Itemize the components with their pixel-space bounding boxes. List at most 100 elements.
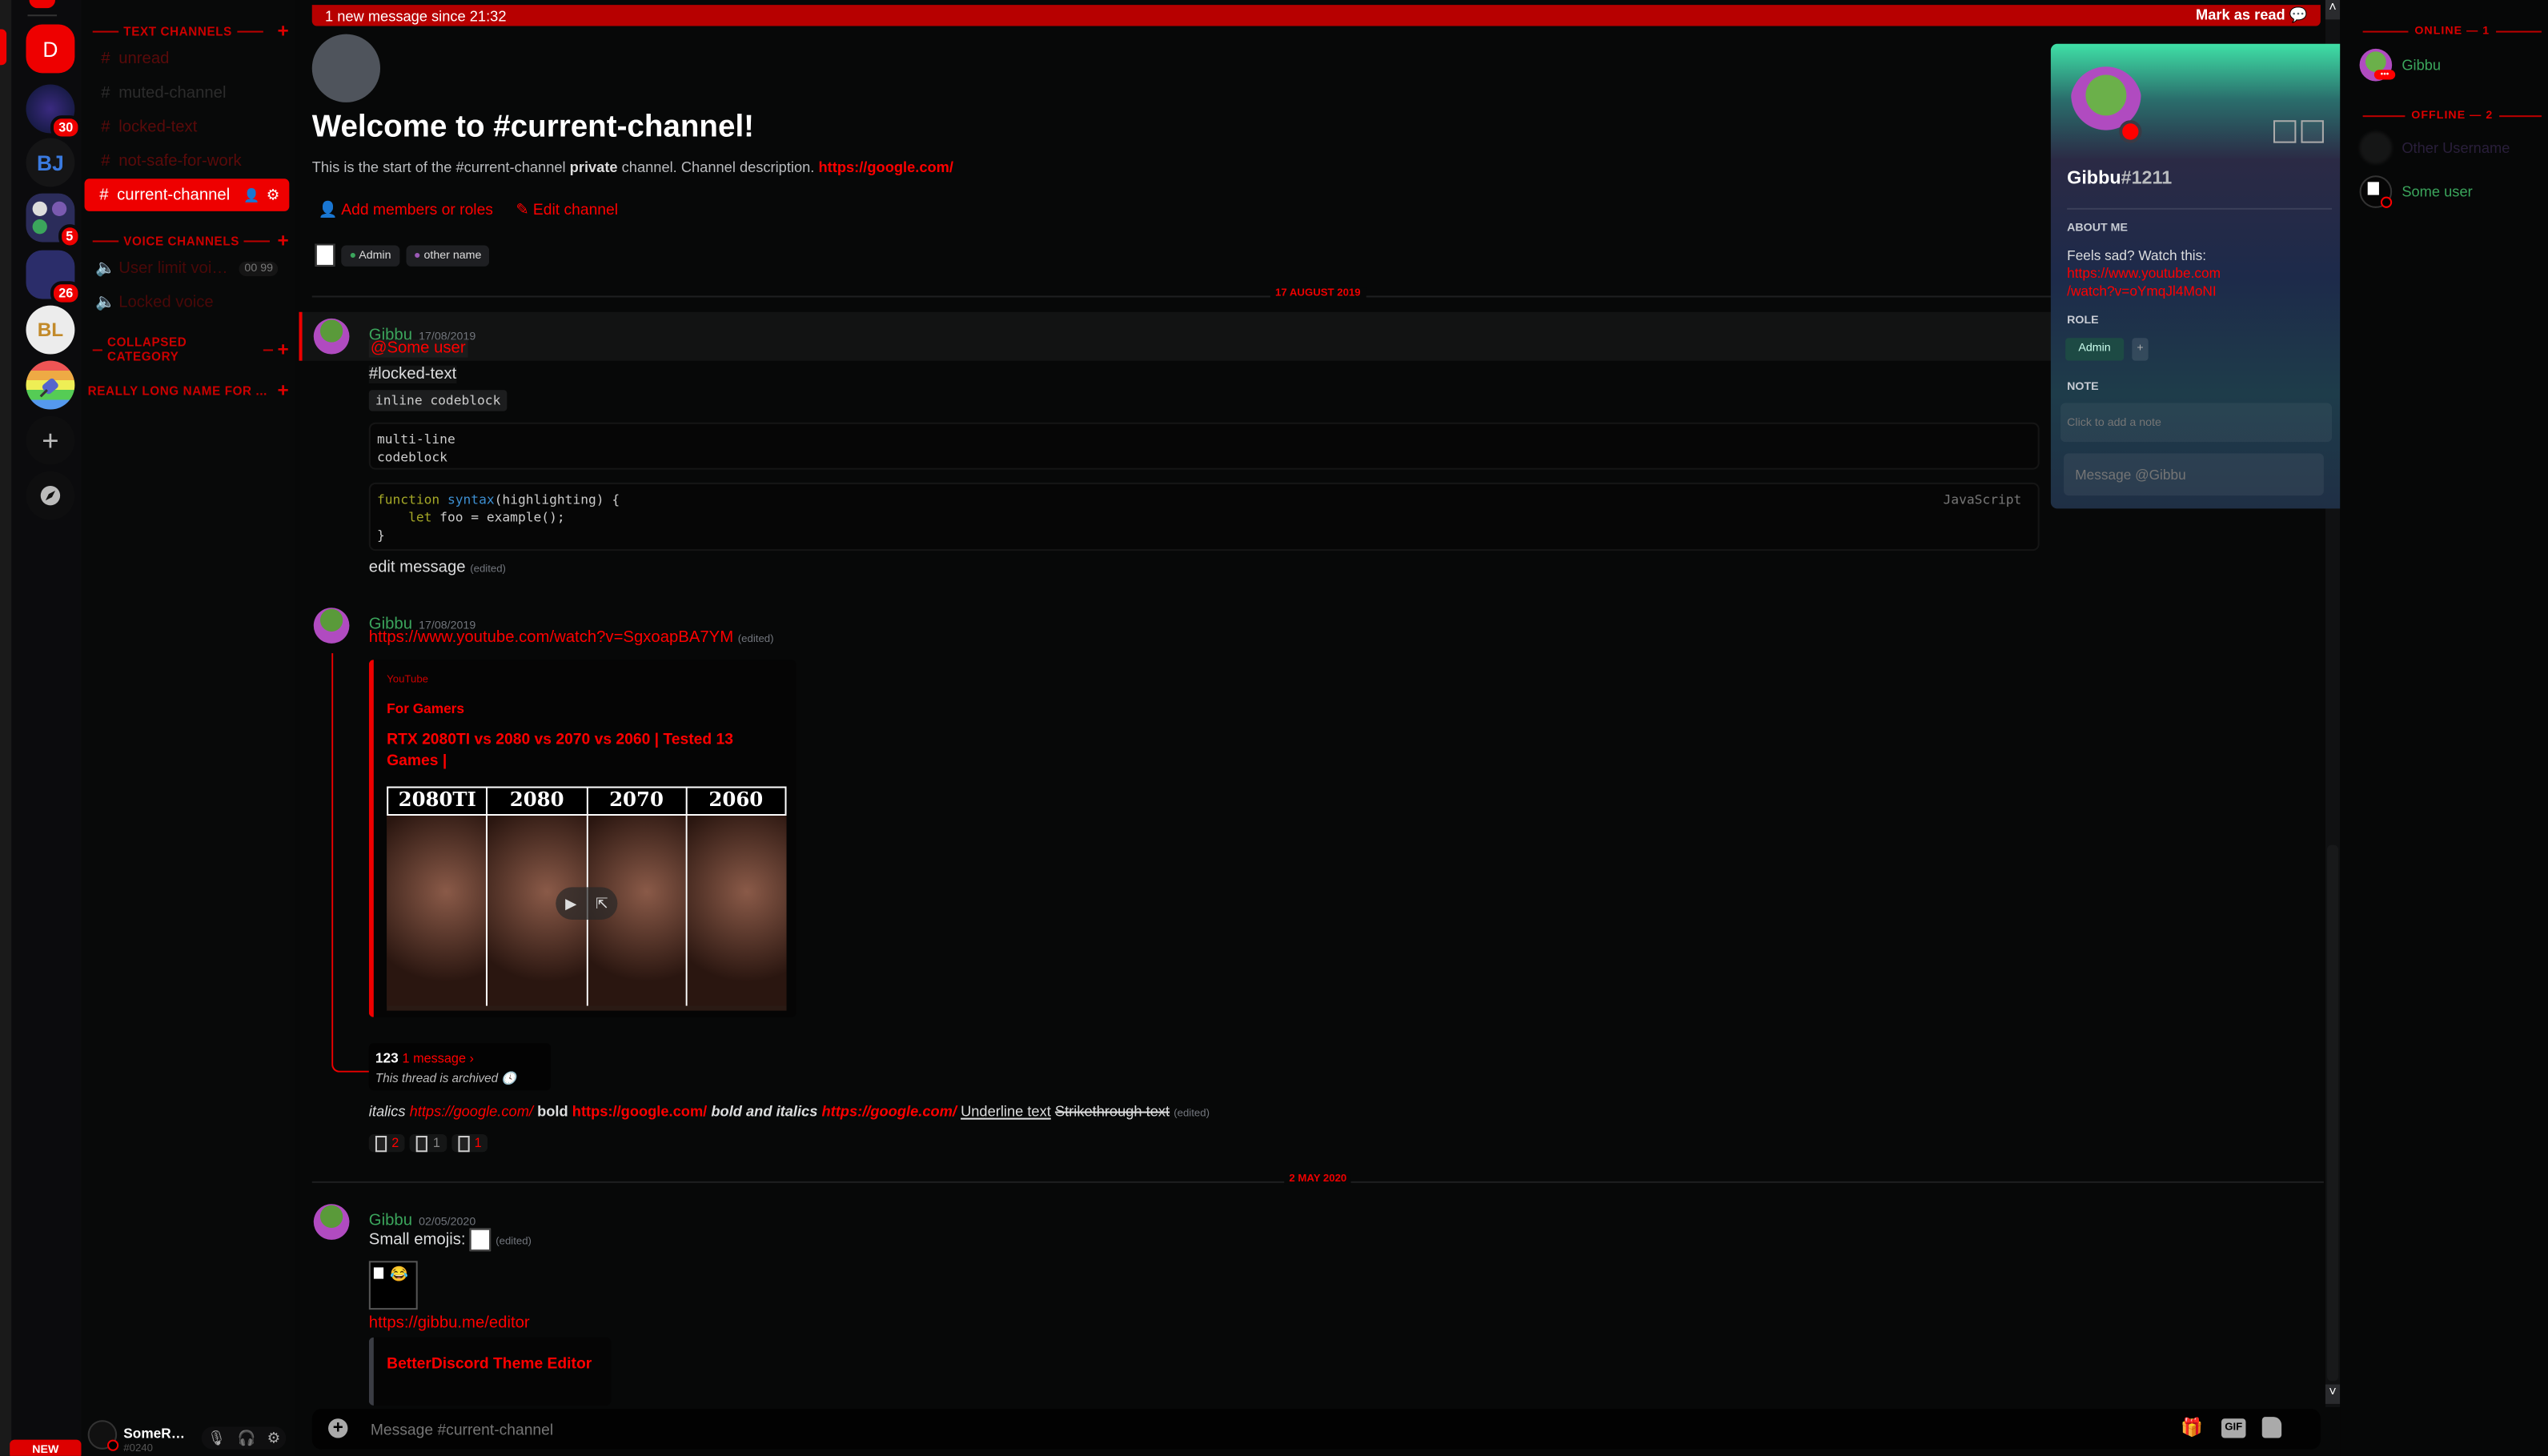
clock-icon: 🕓 xyxy=(501,1071,516,1085)
emoji-icon xyxy=(375,1135,387,1151)
status-dot xyxy=(2119,120,2141,142)
role-chip[interactable]: ● other name xyxy=(406,245,490,266)
server-bl[interactable]: BL xyxy=(26,306,74,355)
about-me-label: ABOUT ME xyxy=(2067,223,2128,234)
reaction-button[interactable]: 1 xyxy=(410,1134,447,1152)
status-dot xyxy=(2381,197,2392,208)
new-badge: NEW xyxy=(10,1440,81,1456)
server-bj[interactable]: BJ xyxy=(26,138,74,187)
embed-author[interactable]: For Gamers xyxy=(387,700,464,716)
add-channel-icon[interactable]: + xyxy=(277,379,289,401)
sticker-icon[interactable] xyxy=(2262,1417,2281,1438)
headphones-icon[interactable]: 🎧 xyxy=(237,1429,255,1446)
add-channel-icon[interactable]: + xyxy=(277,229,289,251)
user-panel: SomeR… #0240 🎙 🎧 ⚙ xyxy=(82,1407,296,1456)
new-messages-bar[interactable]: 1 new message since 21:32 Mark as read 💬 xyxy=(312,5,2321,26)
member-list: ONLINE — 1 ••• Gibbu OFFLINE — 2 Other U… xyxy=(2340,0,2548,1456)
open-external-icon[interactable]: ⇱ xyxy=(596,895,608,913)
popout-message-input[interactable] xyxy=(2064,453,2324,495)
avatar[interactable] xyxy=(314,608,350,644)
folder-icon-overwatch xyxy=(33,202,47,216)
channel-nsfw[interactable]: #not-safe-for-work xyxy=(86,145,288,178)
video-thumbnail[interactable]: 2080TI 2080 2070 2060 ▶⇱ xyxy=(387,787,786,1011)
server-rail: D 30 BJ 5 26 BL + NEW xyxy=(0,0,82,1456)
popout-avatar[interactable] xyxy=(2070,66,2141,138)
member-item[interactable]: Other Username xyxy=(2360,131,2510,164)
upload-plus-icon[interactable]: + xyxy=(328,1418,347,1438)
thread-spine xyxy=(331,653,372,1073)
message-input[interactable] xyxy=(367,1415,2129,1445)
folder-icon-purple xyxy=(52,202,66,216)
gear-icon[interactable]: ⚙ xyxy=(267,186,279,203)
thread-message-count[interactable]: 1 message › xyxy=(403,1051,474,1065)
scroll-up-arrow-icon[interactable]: ˄ xyxy=(2325,0,2340,19)
about-me-text: Feels sad? Watch this: https://www.youtu… xyxy=(2067,247,2221,301)
reaction-button[interactable]: 1 xyxy=(451,1134,488,1152)
note-input[interactable] xyxy=(2060,403,2332,442)
category-voice-channels[interactable]: VOICE CHANNELS+ xyxy=(88,231,290,250)
channel-mention[interactable]: #locked-text xyxy=(369,366,456,383)
youtube-link[interactable]: https://www.youtube.com/watch?v=SgxoapBA… xyxy=(369,629,733,647)
user-mention[interactable]: @Some user xyxy=(369,339,467,357)
add-members-button[interactable]: 👤 Add members or roles xyxy=(319,202,493,219)
server-d[interactable]: D xyxy=(26,24,74,73)
embed-provider: YouTube xyxy=(387,674,428,685)
gif-button[interactable]: GIF xyxy=(2221,1418,2245,1438)
thread-preview[interactable]: 123 1 message › This thread is archived … xyxy=(369,1043,551,1090)
popout-username: Gibbu#1211 xyxy=(2067,169,2172,188)
server-folder[interactable]: 5 xyxy=(26,194,74,243)
add-channel-icon[interactable]: + xyxy=(277,19,289,42)
welcome-actions: 👤 Add members or roles ✎ Edit channel xyxy=(319,202,618,219)
mark-read-icon: 💬 xyxy=(2289,6,2308,22)
frame xyxy=(688,816,786,1006)
invite-icon[interactable]: 👤 xyxy=(243,187,259,202)
scroll-thumb[interactable] xyxy=(2327,845,2338,1382)
editor-link[interactable]: https://gibbu.me/editor xyxy=(369,1314,530,1332)
server-rocket-league[interactable]: 30 xyxy=(26,85,74,134)
channel-current[interactable]: # current-channel 👤 ⚙ xyxy=(85,178,290,211)
channel-locked-text[interactable]: #locked-text xyxy=(86,110,288,143)
author-name[interactable]: Gibbu xyxy=(369,1212,412,1229)
edit-channel-button[interactable]: ✎ Edit channel xyxy=(516,202,618,219)
add-server-button[interactable]: + xyxy=(26,416,74,465)
role-list: ● Admin ● other name xyxy=(315,244,490,267)
explore-button[interactable] xyxy=(26,471,74,520)
user-avatar[interactable] xyxy=(88,1420,118,1450)
badge-icon[interactable] xyxy=(2273,120,2296,142)
reaction-button[interactable]: 2 xyxy=(369,1134,406,1152)
gift-icon[interactable]: 🎁 xyxy=(2181,1417,2203,1438)
welcome-link[interactable]: https://google.com/ xyxy=(818,159,953,175)
add-channel-icon[interactable]: + xyxy=(277,338,289,360)
avatar[interactable] xyxy=(314,1204,350,1240)
category-long-name[interactable]: REALLY LONG NAME FOR ...+ xyxy=(88,380,290,399)
badge-icon[interactable] xyxy=(2301,120,2323,142)
channel-unread[interactable]: #unread xyxy=(86,42,288,75)
highlighted-message xyxy=(299,312,2344,361)
microphone-icon[interactable]: 🎙 xyxy=(207,1429,226,1446)
embed-title[interactable]: RTX 2080TI vs 2080 vs 2070 vs 2060 | Tes… xyxy=(387,729,768,772)
server-plug[interactable] xyxy=(26,361,74,410)
emoji-icon xyxy=(417,1135,428,1151)
member-item[interactable]: Some user xyxy=(2360,175,2473,208)
channel-muted[interactable]: #muted-channel xyxy=(86,76,288,109)
settings-gear-icon[interactable]: ⚙ xyxy=(267,1429,280,1446)
embed-title[interactable]: BetterDiscord Theme Editor xyxy=(387,1355,592,1373)
role-chip[interactable]: Admin xyxy=(2065,338,2124,360)
role-label: ROLE xyxy=(2067,315,2098,327)
role-chip[interactable]: ● Admin xyxy=(341,245,399,266)
mention-badge: 26 xyxy=(50,281,81,305)
member-item[interactable]: ••• Gibbu xyxy=(2360,49,2442,82)
emoji-icon xyxy=(458,1135,469,1151)
user-controls: 🎙 🎧 ⚙ xyxy=(202,1426,287,1449)
play-icon[interactable]: ▶ xyxy=(565,895,576,913)
voice-channel-locked[interactable]: 🔈Locked voice xyxy=(86,286,288,319)
category-text-channels[interactable]: TEXT CHANNELS+ xyxy=(88,21,290,40)
add-role-button[interactable]: + xyxy=(2132,338,2148,360)
avatar[interactable] xyxy=(314,319,350,355)
category-collapsed[interactable]: COLLAPSED CATEGORY+ xyxy=(88,339,290,359)
channel-sidebar: TEXT CHANNELS+ #unread #muted-channel #l… xyxy=(82,0,296,1456)
mark-as-read-button[interactable]: Mark as read 💬 xyxy=(2196,6,2308,24)
scroll-down-arrow-icon[interactable]: ˅ xyxy=(2325,1385,2340,1404)
server-blank[interactable]: 26 xyxy=(26,251,74,299)
voice-channel-user-limit[interactable]: 🔈 User limit voi… 00 99 xyxy=(86,252,288,285)
